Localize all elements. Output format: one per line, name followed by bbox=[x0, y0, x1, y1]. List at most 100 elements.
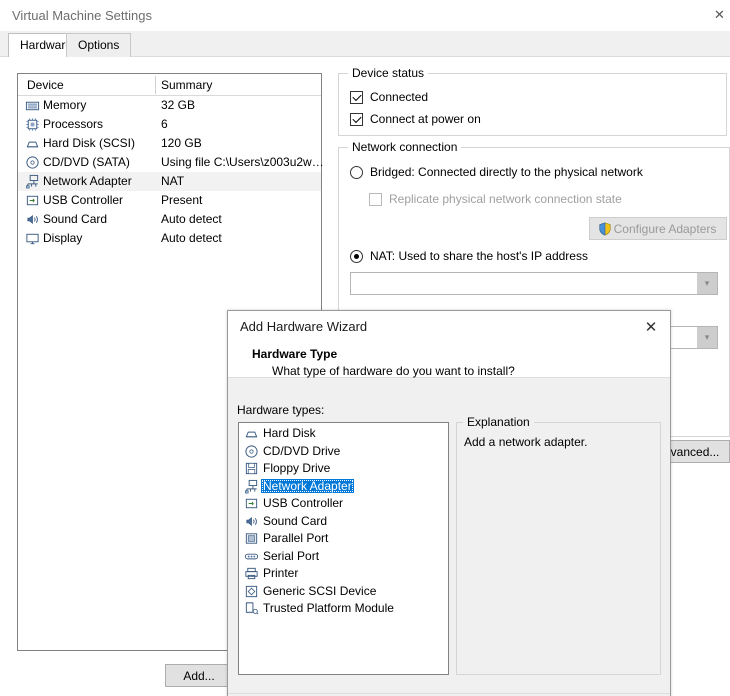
device-name: Hard Disk (SCSI) bbox=[43, 136, 135, 150]
explanation-text: Add a network adapter. bbox=[464, 435, 587, 449]
hardware-type-label: CD/DVD Drive bbox=[263, 444, 340, 458]
hardware-type-label: Generic SCSI Device bbox=[263, 584, 376, 598]
column-divider bbox=[155, 76, 156, 94]
virtual-machine-settings-window: Virtual Machine Settings ✕ Hardware Opti… bbox=[0, 0, 730, 696]
device-row-display[interactable]: DisplayAuto detect bbox=[18, 229, 321, 248]
device-status-group: Device status Connected Connect at power… bbox=[338, 73, 727, 136]
memory-icon bbox=[25, 98, 40, 113]
window-title-bar: Virtual Machine Settings ✕ bbox=[0, 0, 730, 31]
chevron-down-icon[interactable]: ▾ bbox=[697, 327, 717, 348]
device-list-header: Device Summary bbox=[18, 74, 321, 96]
dialog-title: Add Hardware Wizard bbox=[240, 319, 367, 334]
configure-adapters-button[interactable]: Configure Adapters bbox=[589, 217, 727, 240]
radio-label: Bridged: Connected directly to the physi… bbox=[370, 165, 643, 179]
processor-icon bbox=[25, 117, 40, 132]
hardware-type-trusted-platform-module[interactable]: Trusted Platform Module bbox=[239, 600, 448, 618]
device-row-processors[interactable]: Processors 6 bbox=[18, 115, 321, 134]
hardware-type-generic-scsi-device[interactable]: Generic SCSI Device bbox=[239, 583, 448, 601]
hardware-tab-panel: Device Summary Memory 32 GB Processors 6 Har… bbox=[0, 57, 730, 696]
hard-disk-icon bbox=[25, 136, 40, 151]
tpm-icon bbox=[244, 601, 259, 616]
hardware-type-label: Hard Disk bbox=[263, 426, 316, 440]
hardware-type-label: Trusted Platform Module bbox=[263, 601, 394, 615]
display-icon bbox=[25, 231, 40, 246]
device-row-network-adapter[interactable]: Network Adapter NAT bbox=[18, 172, 321, 191]
hardware-type-cd-dvd-drive[interactable]: CD/DVD Drive bbox=[239, 443, 448, 461]
radio-label: NAT: Used to share the host's IP address bbox=[370, 249, 588, 263]
device-name: Display bbox=[43, 231, 82, 245]
dialog-body: Hardware types: Hard DiskCD/DVD DriveFlo… bbox=[228, 378, 670, 695]
chevron-down-icon[interactable]: ▾ bbox=[697, 273, 717, 294]
hardware-types-rows: Hard Disk CD/DVD Drive Floppy Drive Network… bbox=[239, 423, 448, 618]
tab-options[interactable]: Options bbox=[66, 33, 131, 57]
radio-circle bbox=[350, 250, 363, 263]
cd-dvd-icon bbox=[25, 155, 40, 170]
hardware-type-printer[interactable]: Printer bbox=[239, 565, 448, 583]
hardware-type-label: Floppy Drive bbox=[263, 461, 330, 475]
sound-card-icon bbox=[244, 514, 259, 529]
hard-disk-icon bbox=[244, 426, 259, 441]
device-summary: NAT bbox=[161, 174, 184, 188]
hardware-type-label: Network Adapter bbox=[261, 479, 354, 493]
usb-icon bbox=[25, 193, 40, 208]
configure-adapters-label: Configure Adapters bbox=[614, 222, 717, 236]
device-row-hard-disk-scsi[interactable]: Hard Disk (SCSI) 120 GB bbox=[18, 134, 321, 153]
device-row-memory[interactable]: Memory 32 GB bbox=[18, 96, 321, 115]
hardware-type-network-adapter[interactable]: Network Adapter bbox=[239, 478, 448, 496]
column-header-summary: Summary bbox=[161, 78, 212, 92]
hard-disk-icon bbox=[244, 426, 259, 441]
printer-icon bbox=[244, 566, 259, 581]
cd-dvd-icon bbox=[25, 155, 40, 170]
hardware-type-parallel-port[interactable]: Parallel Port bbox=[239, 530, 448, 548]
device-row-cd-dvd-sata[interactable]: CD/DVD (SATA)Using file C:\Users\z003u2w… bbox=[18, 153, 321, 172]
network-combo-1[interactable]: ▾ bbox=[350, 272, 718, 295]
hardware-type-hard-disk[interactable]: Hard Disk bbox=[239, 425, 448, 443]
floppy-icon bbox=[244, 461, 259, 476]
scsi-device-icon bbox=[244, 584, 259, 599]
explanation-group: Explanation Add a network adapter. bbox=[456, 422, 661, 675]
hardware-type-sound-card[interactable]: Sound Card bbox=[239, 513, 448, 531]
device-row-sound-card[interactable]: Sound CardAuto detect bbox=[18, 210, 321, 229]
device-row-usb-controller[interactable]: USB ControllerPresent bbox=[18, 191, 321, 210]
printer-icon bbox=[244, 566, 259, 581]
close-icon[interactable]: ✕ bbox=[640, 317, 662, 337]
network-adapter-icon bbox=[25, 174, 40, 189]
sound-card-icon bbox=[25, 212, 40, 227]
hardware-type-serial-port[interactable]: Serial Port bbox=[239, 548, 448, 566]
checkbox-box bbox=[350, 91, 363, 104]
dialog-subheading: What type of hardware do you want to ins… bbox=[272, 364, 515, 378]
network-adapter-icon bbox=[244, 479, 259, 494]
device-name: Network Adapter bbox=[43, 174, 132, 188]
device-summary: 6 bbox=[161, 117, 168, 131]
hardware-type-label: Printer bbox=[263, 566, 298, 580]
checkbox-label: Replicate physical network connection st… bbox=[389, 192, 622, 206]
radio-circle bbox=[350, 166, 363, 179]
device-summary: Using file C:\Users\z003u2w… bbox=[161, 155, 324, 169]
device-summary: 120 GB bbox=[161, 136, 202, 150]
checkbox-label: Connect at power on bbox=[370, 112, 481, 126]
shield-icon bbox=[598, 222, 612, 236]
usb-icon bbox=[244, 496, 259, 511]
close-icon[interactable]: ✕ bbox=[714, 4, 730, 26]
network-connection-legend: Network connection bbox=[348, 140, 461, 154]
hardware-type-label: Sound Card bbox=[263, 514, 327, 528]
scsi-device-icon bbox=[244, 584, 259, 599]
hardware-type-usb-controller[interactable]: USB Controller bbox=[239, 495, 448, 513]
serial-port-icon bbox=[244, 549, 259, 564]
usb-icon bbox=[25, 193, 40, 208]
checkbox-box bbox=[350, 113, 363, 126]
dialog-heading: Hardware Type bbox=[252, 347, 337, 361]
device-name: Processors bbox=[43, 117, 103, 131]
network-adapter-icon bbox=[25, 174, 40, 189]
dialog-header: Add Hardware Wizard ✕ Hardware Type What… bbox=[228, 311, 670, 378]
parallel-port-icon bbox=[244, 531, 259, 546]
sound-card-icon bbox=[25, 212, 40, 227]
hardware-type-label: Serial Port bbox=[263, 549, 319, 563]
device-name: Memory bbox=[43, 98, 86, 112]
hardware-type-floppy-drive[interactable]: Floppy Drive bbox=[239, 460, 448, 478]
hardware-types-list[interactable]: Hard Disk CD/DVD Drive Floppy Drive Network… bbox=[238, 422, 449, 675]
add-button[interactable]: Add... bbox=[165, 664, 233, 687]
device-summary: 32 GB bbox=[161, 98, 195, 112]
checkbox-box bbox=[369, 193, 382, 206]
device-summary: Auto detect bbox=[161, 212, 222, 226]
